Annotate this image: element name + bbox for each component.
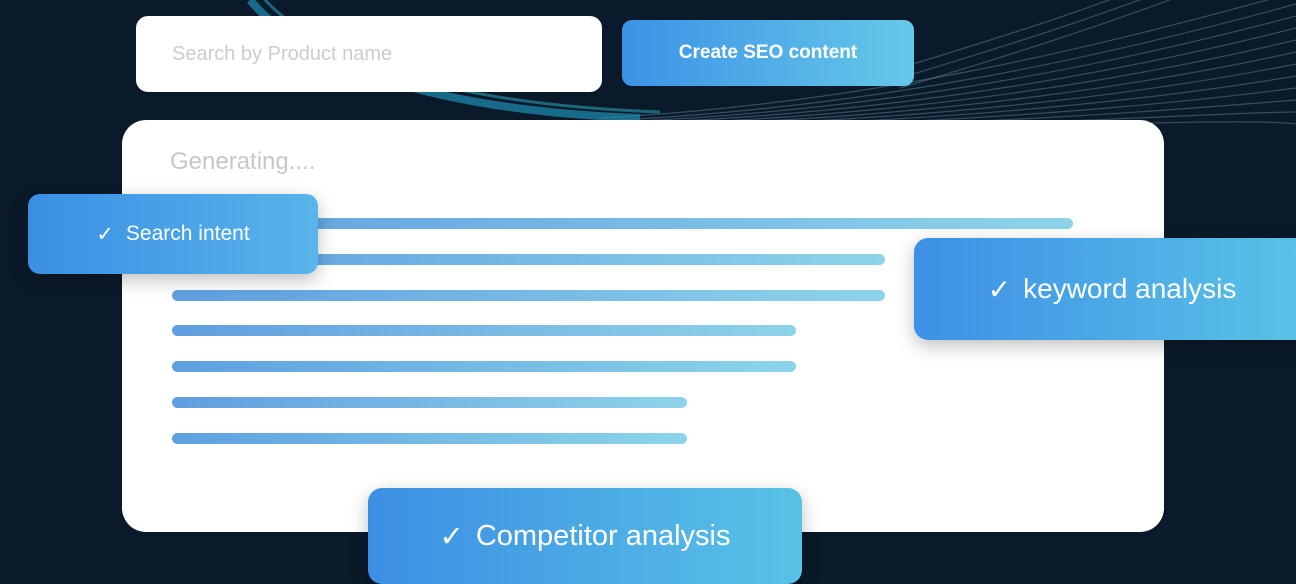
search-intent-badge: ✓ Search intent — [28, 194, 318, 274]
progress-line — [172, 325, 796, 336]
check-icon: ✓ — [987, 273, 1012, 305]
progress-line — [172, 397, 687, 408]
progress-line — [172, 361, 796, 372]
keyword-analysis-badge: ✓ keyword analysis — [914, 238, 1296, 340]
progress-line — [172, 290, 885, 301]
progress-line — [172, 433, 687, 444]
competitor-analysis-label: Competitor analysis — [475, 519, 731, 552]
check-icon: ✓ — [96, 222, 114, 246]
search-input[interactable]: Search by Product name — [136, 16, 602, 92]
competitor-analysis-badge: ✓ Competitor analysis — [368, 488, 802, 584]
check-icon: ✓ — [439, 520, 464, 553]
create-seo-content-button[interactable]: Create SEO content — [622, 20, 914, 86]
keyword-analysis-label: keyword analysis — [1023, 273, 1237, 304]
search-placeholder: Search by Product name — [172, 42, 393, 65]
search-intent-label: Search intent — [125, 222, 250, 245]
generating-status: Generating.... — [170, 148, 316, 175]
